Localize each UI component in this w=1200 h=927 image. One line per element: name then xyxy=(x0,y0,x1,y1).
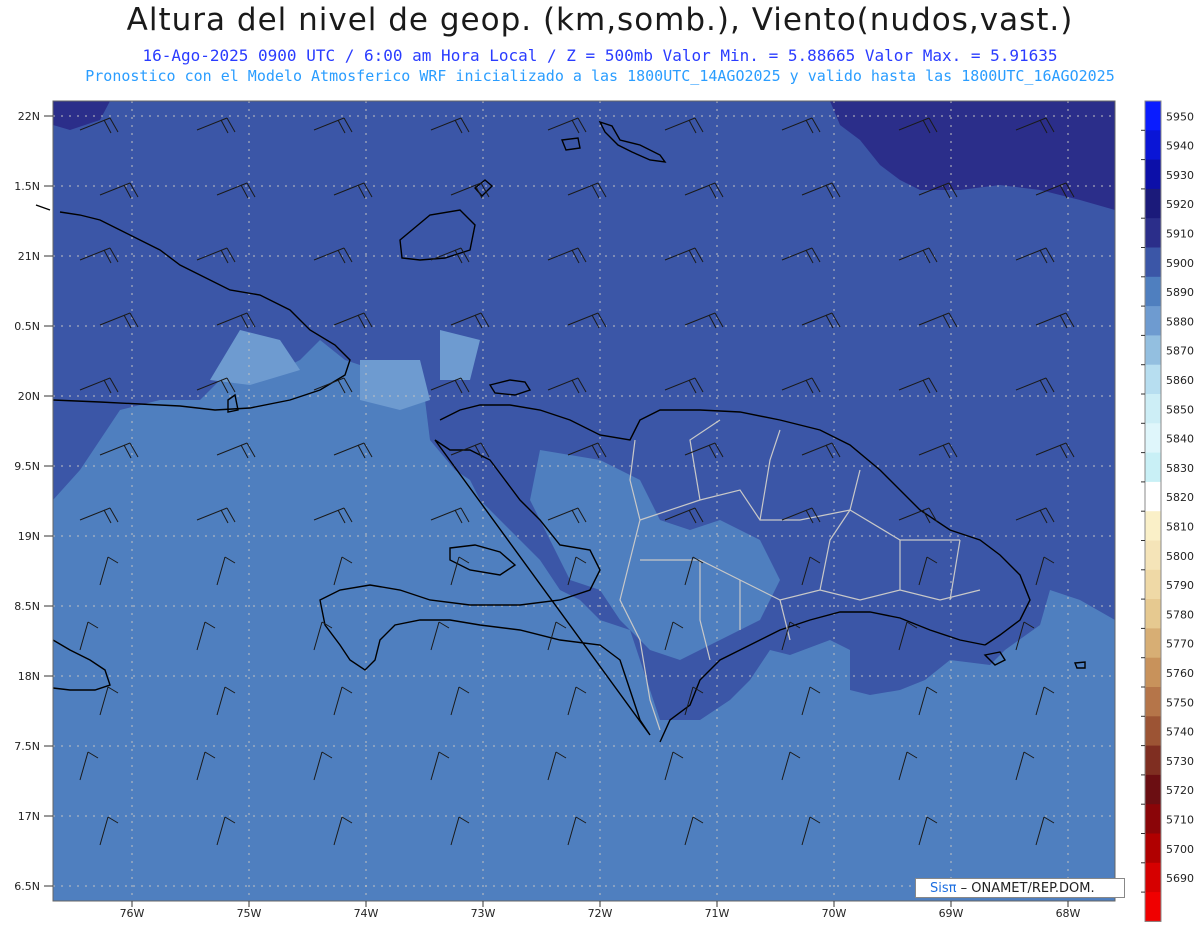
colorbar-label: 5840 xyxy=(1166,433,1194,446)
lon-label: 75W xyxy=(237,907,262,920)
lat-label: 9.5N xyxy=(14,460,40,473)
longitude-labels: 76W 75W 74W 73W 72W 71W 70W 69W 68W xyxy=(120,901,1081,920)
lat-label: 7.5N xyxy=(14,740,40,753)
colorbar-swatch xyxy=(1145,745,1161,776)
lat-label: 21N xyxy=(18,250,40,263)
colorbar-swatch xyxy=(1145,218,1161,248)
colorbar-swatch xyxy=(1145,101,1161,131)
colorbar-label: 5790 xyxy=(1166,579,1194,592)
colorbar-swatch xyxy=(1145,687,1161,717)
colorbar-label: 5920 xyxy=(1166,198,1194,211)
colorbar-swatch xyxy=(1145,159,1161,190)
colorbar-swatch xyxy=(1145,804,1161,834)
credit-text: – ONAMET/REP.DOM. xyxy=(956,881,1095,896)
colorbar-swatch xyxy=(1145,452,1161,483)
lon-label: 72W xyxy=(588,907,613,920)
colorbar-label: 5750 xyxy=(1166,696,1194,709)
colorbar-swatch xyxy=(1145,599,1161,629)
geopotential-map: 22N 1.5N 21N 0.5N 20N 9.5N 19N 8.5N 18N 7.5N 17N 6.… xyxy=(14,100,1194,922)
colorbar-swatch xyxy=(1145,628,1161,659)
colorbar-label: 5860 xyxy=(1166,374,1194,387)
lat-label: 6.5N xyxy=(14,880,40,893)
colorbar-swatch xyxy=(1145,833,1161,864)
lat-label: 8.5N xyxy=(14,600,40,613)
credit-box: Sisπ – ONAMET/REP.DOM. xyxy=(915,878,1125,898)
colorbar-swatch xyxy=(1145,394,1161,424)
colorbar-label: 5780 xyxy=(1166,608,1194,621)
lat-label: 22N xyxy=(18,110,40,123)
colorbar-swatch xyxy=(1145,716,1161,747)
colorbar-label: 5770 xyxy=(1166,638,1194,651)
lon-label: 71W xyxy=(705,907,730,920)
lon-label: 73W xyxy=(471,907,496,920)
colorbar-swatch xyxy=(1145,364,1161,395)
colorbar-label: 5930 xyxy=(1166,169,1194,182)
colorbar-label: 5870 xyxy=(1166,345,1194,358)
colorbar-label: 5890 xyxy=(1166,286,1194,299)
lon-label: 76W xyxy=(120,907,145,920)
lon-label: 69W xyxy=(939,907,964,920)
colorbar-swatch xyxy=(1145,540,1161,571)
lat-label: 0.5N xyxy=(14,320,40,333)
colorbar-label: 5760 xyxy=(1166,667,1194,680)
colorbar-swatch xyxy=(1145,569,1161,600)
colorbar-label: 5720 xyxy=(1166,784,1194,797)
lon-label: 68W xyxy=(1056,907,1081,920)
lat-label: 1.5N xyxy=(14,180,40,193)
lat-label: 18N xyxy=(18,670,40,683)
colorbar-swatch xyxy=(1145,276,1161,307)
colorbar-label: 5950 xyxy=(1166,110,1194,123)
latitude-labels: 22N 1.5N 21N 0.5N 20N 9.5N 19N 8.5N 18N 7.5N 17N 6.… xyxy=(14,110,53,893)
colorbar-swatch xyxy=(1145,774,1161,805)
colorbar-swatch xyxy=(1145,130,1161,161)
colorbar-label: 5820 xyxy=(1166,491,1194,504)
colorbar-swatch xyxy=(1145,511,1161,541)
colorbar-label: 5830 xyxy=(1166,462,1194,475)
colorbar-swatch xyxy=(1145,481,1161,512)
sispi-brand: Sisπ xyxy=(930,881,957,896)
colorbar-label: 5710 xyxy=(1166,814,1194,827)
colorbar-swatch xyxy=(1145,862,1161,893)
colorbar-swatch xyxy=(1145,892,1161,922)
colorbar-label: 5730 xyxy=(1166,755,1194,768)
colorbar-swatch xyxy=(1145,306,1161,336)
colorbar-swatch xyxy=(1145,247,1161,278)
colorbar-label: 5810 xyxy=(1166,521,1194,534)
colorbar-label: 5700 xyxy=(1166,843,1194,856)
lat-label: 20N xyxy=(18,390,40,403)
lat-label: 17N xyxy=(18,810,40,823)
colorbar-swatch xyxy=(1145,657,1161,688)
colorbar-label: 5740 xyxy=(1166,726,1194,739)
colorbar: 5950 5940 5930 5920 5910 5900 5890 5880 5870 5860… xyxy=(1141,100,1194,922)
colorbar-label: 5800 xyxy=(1166,550,1194,563)
colorbar-swatch xyxy=(1145,335,1161,366)
lat-label: 19N xyxy=(18,530,40,543)
colorbar-swatch xyxy=(1145,188,1161,219)
colorbar-label: 5900 xyxy=(1166,257,1194,270)
colorbar-label: 5690 xyxy=(1166,872,1194,885)
colorbar-label: 5880 xyxy=(1166,315,1194,328)
colorbar-label: 5940 xyxy=(1166,140,1194,153)
lon-label: 74W xyxy=(354,907,379,920)
field-5880-patch xyxy=(360,360,430,410)
colorbar-label: 5850 xyxy=(1166,403,1194,416)
lon-label: 70W xyxy=(822,907,847,920)
colorbar-swatch xyxy=(1145,423,1161,454)
colorbar-label: 5910 xyxy=(1166,228,1194,241)
